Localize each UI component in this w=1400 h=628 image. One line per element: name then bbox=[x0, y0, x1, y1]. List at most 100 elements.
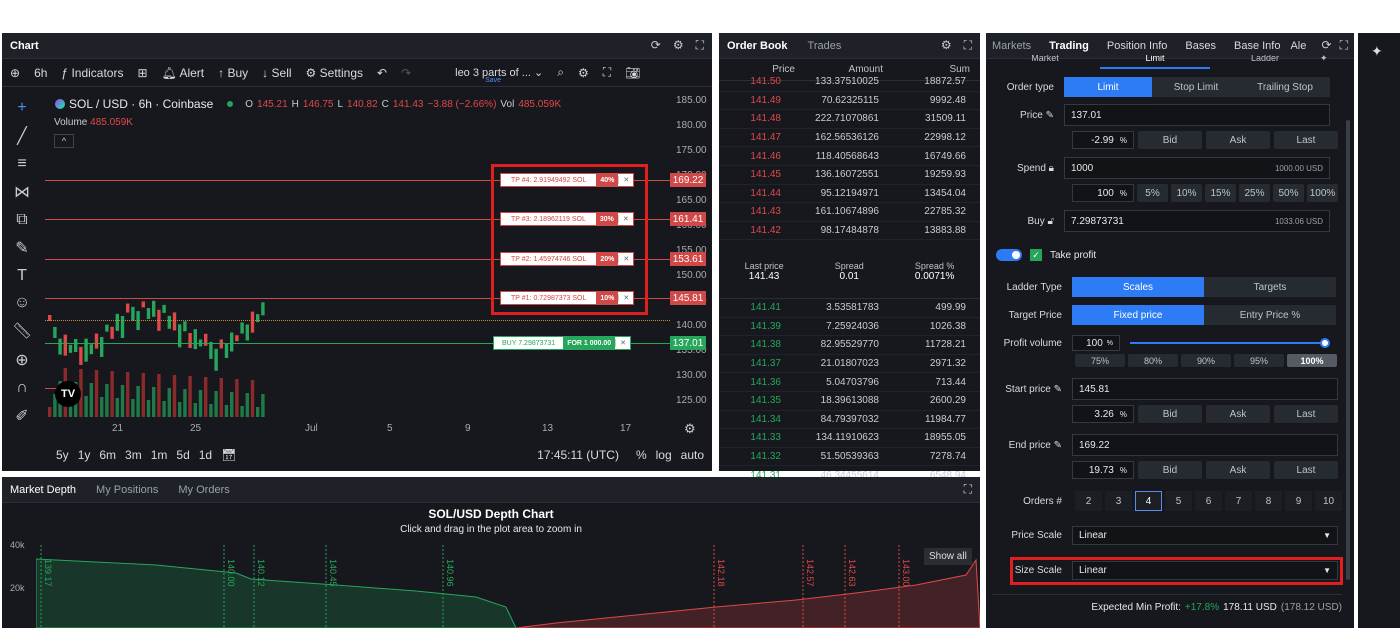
layouts-icon[interactable]: ⊞ bbox=[137, 66, 147, 80]
table-row[interactable]: 141.37 21.01807023 2971.32 bbox=[719, 355, 980, 374]
sparkle-icon[interactable]: ✦ bbox=[1371, 43, 1383, 60]
camera-icon[interactable]: 📷︎ bbox=[625, 66, 640, 80]
start-last-button[interactable]: Last bbox=[1274, 405, 1338, 423]
buy-button[interactable]: ↑ Buy bbox=[218, 66, 248, 80]
sell-button[interactable]: ↓ Sell bbox=[262, 66, 291, 80]
lock-icon[interactable]: 🔒︎ bbox=[1049, 163, 1054, 174]
text-icon[interactable]: T bbox=[17, 267, 27, 285]
table-row[interactable]: 141.46 118.40568643 16749.66 bbox=[719, 147, 980, 166]
tab-trades[interactable]: Trades bbox=[808, 40, 842, 52]
trendline-icon[interactable]: ╱ bbox=[17, 126, 27, 146]
auto-toggle[interactable]: auto bbox=[681, 448, 704, 462]
orders-9[interactable]: 9 bbox=[1285, 491, 1312, 511]
profit-volume-slider[interactable] bbox=[1130, 338, 1330, 348]
collapse-legend-button[interactable]: ^ bbox=[54, 134, 74, 148]
orders-10[interactable]: 10 bbox=[1315, 491, 1342, 511]
vol-90-button[interactable]: 90% bbox=[1181, 354, 1231, 367]
take-profit-toggle[interactable] bbox=[996, 249, 1022, 261]
vol-75-button[interactable]: 75% bbox=[1075, 354, 1125, 367]
end-last-button[interactable]: Last bbox=[1274, 461, 1338, 479]
table-row[interactable]: 141.39 7.25924036 1026.38 bbox=[719, 318, 980, 337]
table-row[interactable]: 141.45 136.16072551 19259.93 bbox=[719, 166, 980, 185]
table-row[interactable]: 141.47 162.56536126 22998.12 bbox=[719, 129, 980, 148]
start-price-input[interactable]: 145.81 bbox=[1072, 378, 1338, 400]
tab-trading[interactable]: Trading bbox=[1049, 40, 1089, 52]
price-last-button[interactable]: Last bbox=[1274, 131, 1338, 149]
trading-scrollbar[interactable] bbox=[1346, 120, 1350, 580]
end-price-input[interactable]: 169.22 bbox=[1072, 434, 1338, 456]
range-5d[interactable]: 5d bbox=[176, 448, 189, 462]
depth-chart-canvas[interactable]: 139.17140.00140.12140.45140.96142.18142.… bbox=[36, 545, 980, 628]
vol-100-button[interactable]: 100% bbox=[1287, 354, 1337, 367]
target-entry-price-pct[interactable]: Entry Price % bbox=[1204, 305, 1336, 325]
fullscreen-icon[interactable]: ⛶ bbox=[1340, 38, 1348, 53]
gear-icon[interactable]: ⚙ bbox=[941, 38, 952, 53]
table-row[interactable]: 141.44 95.12194971 13454.04 bbox=[719, 185, 980, 204]
zoom-icon[interactable]: ⊕ bbox=[15, 350, 28, 370]
start-pct-input[interactable]: 3.26% bbox=[1072, 405, 1134, 423]
tab-my-orders[interactable]: My Orders bbox=[178, 484, 229, 496]
refresh-icon[interactable]: ⟳ bbox=[651, 38, 661, 53]
table-row[interactable]: 141.35 18.39613088 2600.29 bbox=[719, 392, 980, 411]
orders-3[interactable]: 3 bbox=[1105, 491, 1132, 511]
tab-alerts[interactable]: Ale bbox=[1290, 40, 1306, 52]
tab-bases[interactable]: Bases bbox=[1185, 40, 1216, 52]
pencil-icon[interactable]: ✎ bbox=[1054, 440, 1062, 451]
interval-button[interactable]: 6h bbox=[34, 66, 47, 80]
table-row[interactable]: 141.42 98.17484878 13883.88 bbox=[719, 222, 980, 241]
orders-8[interactable]: 8 bbox=[1255, 491, 1282, 511]
end-pct-input[interactable]: 19.73% bbox=[1072, 461, 1134, 479]
unlock-icon[interactable]: 🔓︎ bbox=[1048, 216, 1054, 227]
projection-icon[interactable]: ⧉ bbox=[16, 211, 27, 229]
pencil-icon[interactable]: ✎ bbox=[1054, 384, 1062, 395]
subtab-limit[interactable]: Limit bbox=[1100, 55, 1210, 69]
range-3m[interactable]: 3m bbox=[125, 448, 142, 462]
table-row[interactable]: 141.41 3.53581783 499.99 bbox=[719, 299, 980, 318]
price-input[interactable]: 137.01 bbox=[1064, 104, 1330, 126]
spend-25-button[interactable]: 25% bbox=[1239, 184, 1270, 202]
spend-10-button[interactable]: 10% bbox=[1171, 184, 1202, 202]
buy-amount-input[interactable]: 7.29873731 1033.06 USD bbox=[1064, 210, 1330, 232]
fullscreen-icon[interactable]: ⛶ bbox=[696, 38, 704, 53]
range-1d[interactable]: 1d bbox=[199, 448, 212, 462]
price-bid-button[interactable]: Bid bbox=[1138, 131, 1202, 149]
table-row[interactable]: 141.48 222.71070861 31509.11 bbox=[719, 110, 980, 129]
order-type-stop-limit[interactable]: Stop Limit bbox=[1152, 77, 1240, 97]
vol-80-button[interactable]: 80% bbox=[1128, 354, 1178, 367]
undo-icon[interactable]: ↶ bbox=[377, 66, 387, 80]
spend-50-button[interactable]: 50% bbox=[1273, 184, 1304, 202]
orders-2[interactable]: 2 bbox=[1075, 491, 1102, 511]
tab-markets[interactable]: Markets bbox=[992, 40, 1031, 52]
table-row[interactable]: 141.38 82.95529770 11728.21 bbox=[719, 336, 980, 355]
tab-position-info[interactable]: Position Info bbox=[1107, 40, 1168, 52]
add-icon[interactable]: ⊕ bbox=[10, 66, 20, 80]
ladder-scales[interactable]: Scales bbox=[1072, 277, 1204, 297]
start-bid-button[interactable]: Bid bbox=[1138, 405, 1202, 423]
tab-base-info[interactable]: Base Info bbox=[1234, 40, 1280, 52]
settings-icon[interactable]: ⚙ bbox=[578, 66, 589, 80]
target-fixed-price[interactable]: Fixed price bbox=[1072, 305, 1204, 325]
orders-5[interactable]: 5 bbox=[1165, 491, 1192, 511]
symbol-name[interactable]: SOL / USD · 6h · Coinbase bbox=[69, 97, 213, 111]
vol-95-button[interactable]: 95% bbox=[1234, 354, 1284, 367]
fib-icon[interactable]: ≡ bbox=[17, 155, 26, 173]
layout-name[interactable]: leo 3 parts of ... ⌄ Save bbox=[455, 66, 543, 84]
end-bid-button[interactable]: Bid bbox=[1138, 461, 1202, 479]
magnet-icon[interactable]: ∩ bbox=[16, 379, 28, 397]
brush-icon[interactable]: ✎ bbox=[15, 238, 28, 258]
table-row[interactable]: 141.32 51.50539363 7278.74 bbox=[719, 448, 980, 467]
clock-time[interactable]: 17:45:11 (UTC) bbox=[537, 448, 619, 462]
percent-toggle[interactable]: % bbox=[636, 448, 647, 462]
spend-100-button[interactable]: 100% bbox=[1307, 184, 1338, 202]
settings-button[interactable]: ⚙ Settings bbox=[306, 66, 363, 80]
spend-5-button[interactable]: 5% bbox=[1137, 184, 1168, 202]
date-range-icon[interactable]: 📅︎ bbox=[221, 448, 236, 462]
order-type-trailing-stop[interactable]: Trailing Stop bbox=[1240, 77, 1330, 97]
lock-drawing-icon[interactable]: ✐ bbox=[15, 406, 28, 426]
fullscreen-icon[interactable]: ⛶ bbox=[603, 65, 611, 80]
orders-4[interactable]: 4 bbox=[1135, 491, 1162, 511]
alert-button[interactable]: 🔔︎ Alert bbox=[162, 66, 205, 80]
subtab-market[interactable]: Market bbox=[990, 55, 1100, 69]
table-row[interactable]: 141.36 5.04703796 713.44 bbox=[719, 373, 980, 392]
crosshair-icon[interactable]: + bbox=[17, 99, 26, 117]
